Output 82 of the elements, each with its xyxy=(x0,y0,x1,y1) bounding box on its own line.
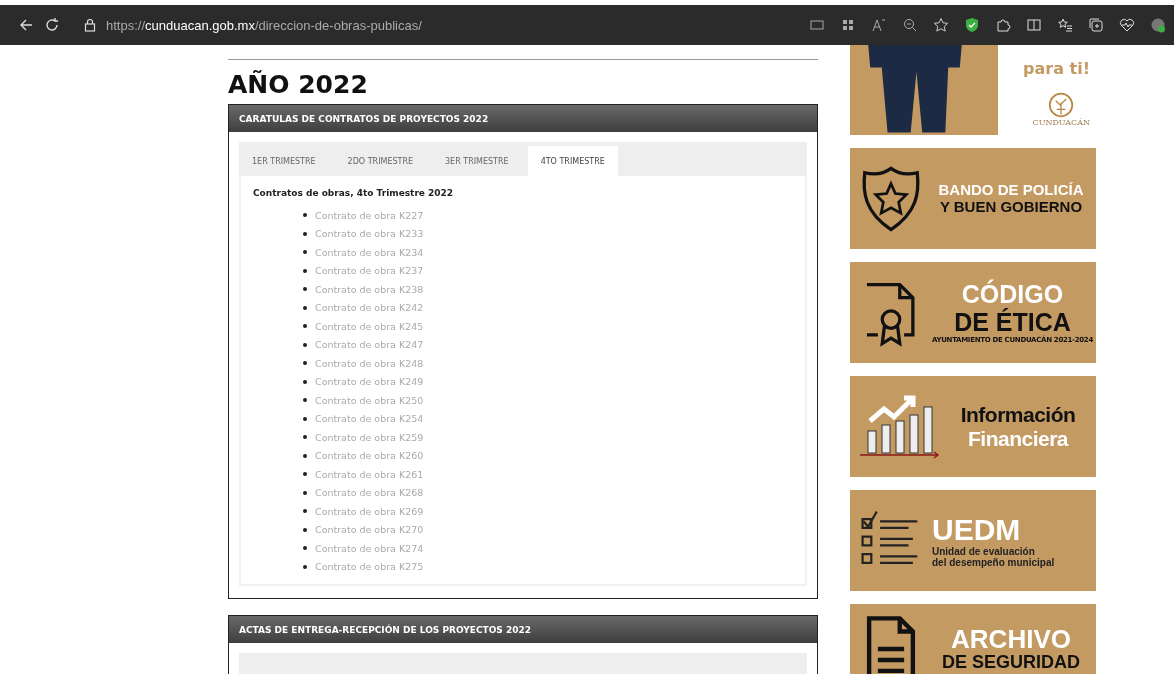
profile-icon[interactable] xyxy=(1150,17,1166,33)
banner-link[interactable]: UEDM Unidad de evaluación del desempeño municipal xyxy=(850,490,1096,591)
year-heading: AÑO 2022 xyxy=(228,70,369,100)
tab[interactable]: 3ER TRIMESTRE xyxy=(432,146,522,176)
banner-text: Unidad de evaluación xyxy=(932,546,1035,557)
banner-text: del desempeño municipal xyxy=(932,557,1055,568)
contract-link[interactable]: Contrato de obra K270 xyxy=(315,524,424,536)
banner-text: para ti! xyxy=(1023,60,1090,78)
bullet-icon xyxy=(303,305,307,310)
bullet-icon xyxy=(303,231,307,236)
bullet-icon xyxy=(303,416,307,421)
contract-link[interactable]: Contrato de obra K254 xyxy=(315,413,424,425)
tab[interactable]: 2DO TRIMESTRE xyxy=(334,146,427,176)
bullet-icon xyxy=(303,361,307,366)
tree-logo-icon xyxy=(1048,92,1075,118)
contract-link[interactable]: Contrato de obra K250 xyxy=(315,394,424,406)
bullet-icon xyxy=(303,342,307,347)
contract-link[interactable]: Contrato de obra K247 xyxy=(315,339,424,351)
reload-icon[interactable] xyxy=(44,17,60,33)
bullet-icon xyxy=(303,324,307,329)
shield-icon[interactable] xyxy=(964,17,980,33)
bullet-icon xyxy=(303,527,307,532)
bullet-icon xyxy=(303,435,307,440)
bullet-icon xyxy=(303,250,307,255)
banner-text: DE SEGURIDAD xyxy=(942,653,1080,674)
banner-text: Financiera xyxy=(967,426,1068,450)
puzzle-icon[interactable] xyxy=(995,17,1011,33)
contract-link[interactable]: Contrato de obra K269 xyxy=(315,505,424,517)
contract-link[interactable]: Contrato de obra K259 xyxy=(315,431,424,443)
contract-link[interactable]: Contrato de obra K249 xyxy=(315,376,424,388)
banner-text: CÓDIGO xyxy=(961,281,1064,308)
contract-link[interactable]: Contrato de obra K233 xyxy=(315,228,424,240)
contract-link[interactable]: Contrato de obra K274 xyxy=(315,542,424,554)
bullet-icon xyxy=(303,453,307,458)
bullet-icon xyxy=(303,564,307,569)
content-title: Contratos de obras, 4to Trimestre 2022 xyxy=(253,188,455,198)
tab[interactable]: 4TO TRIMESTRE xyxy=(527,146,618,176)
panel-header[interactable]: ACTAS DE ENTREGA-RECEPCIÓN DE LOS PROYECTOS 2022 xyxy=(229,616,817,643)
contract-link[interactable]: Contrato de obra K261 xyxy=(315,468,424,480)
bullet-icon xyxy=(303,379,307,384)
banner-text: BANDO DE POLICÍA xyxy=(938,182,1084,199)
address-bar-url[interactable]: https://cunduacan.gob.mx/direccion-de-obras-publicas/ xyxy=(106,17,422,33)
tab-icon[interactable] xyxy=(809,17,825,33)
banner-text: Y BUEN GOBIERNO xyxy=(939,198,1083,215)
grid-icon[interactable] xyxy=(840,17,856,33)
back-icon[interactable] xyxy=(18,17,34,33)
contract-link[interactable]: Contrato de obra K245 xyxy=(315,320,424,332)
contract-link[interactable]: Contrato de obra K268 xyxy=(315,487,424,499)
bullet-icon xyxy=(303,213,307,218)
banner-link[interactable]: ARCHIVO DE SEGURIDAD xyxy=(850,604,1096,674)
bullet-icon xyxy=(303,509,307,514)
banner-link[interactable]: BANDO DE POLICÍA Y BUEN GOBIERNO xyxy=(850,148,1096,249)
bullet-icon xyxy=(303,398,307,403)
bullet-icon xyxy=(303,472,307,477)
read-aloud-icon[interactable] xyxy=(871,17,887,33)
star-icon[interactable] xyxy=(933,17,949,33)
collections-icon[interactable] xyxy=(1088,17,1104,33)
contract-link[interactable]: Contrato de obra K260 xyxy=(315,450,424,462)
contract-link[interactable]: Contrato de obra K248 xyxy=(315,357,424,369)
heart-pulse-icon[interactable] xyxy=(1119,17,1135,33)
contract-link[interactable]: Contrato de obra K237 xyxy=(315,265,424,277)
contract-link[interactable]: Contrato de obra K234 xyxy=(315,246,424,258)
zoom-out-icon[interactable] xyxy=(902,17,918,33)
favorites-icon[interactable] xyxy=(1057,17,1073,33)
contract-link[interactable]: Contrato de obra K227 xyxy=(315,209,424,221)
bullet-icon xyxy=(303,490,307,495)
logo-text: CUNDUACÁN xyxy=(1032,118,1090,127)
banner-text: Información xyxy=(960,403,1076,427)
contract-link[interactable]: Contrato de obra K242 xyxy=(315,302,424,314)
lock-icon[interactable] xyxy=(84,18,96,32)
bullet-icon xyxy=(303,287,307,292)
panel-header[interactable]: CARATULAS DE CONTRATOS DE PROYECTOS 2022 xyxy=(229,105,817,132)
split-screen-icon[interactable] xyxy=(1026,17,1042,33)
bullet-icon xyxy=(303,268,307,273)
banner-text: UEDM xyxy=(932,513,1021,546)
contract-link[interactable]: Contrato de obra K275 xyxy=(315,561,424,573)
banner-link[interactable]: Información Financiera xyxy=(850,376,1096,477)
banner-text: DE ÉTICA xyxy=(954,308,1071,336)
banner-text: ARCHIVO xyxy=(951,624,1071,654)
bullet-icon xyxy=(303,546,307,551)
contract-link[interactable]: Contrato de obra K238 xyxy=(315,283,424,295)
tab[interactable]: 1ER TRIMESTRE xyxy=(239,146,329,176)
